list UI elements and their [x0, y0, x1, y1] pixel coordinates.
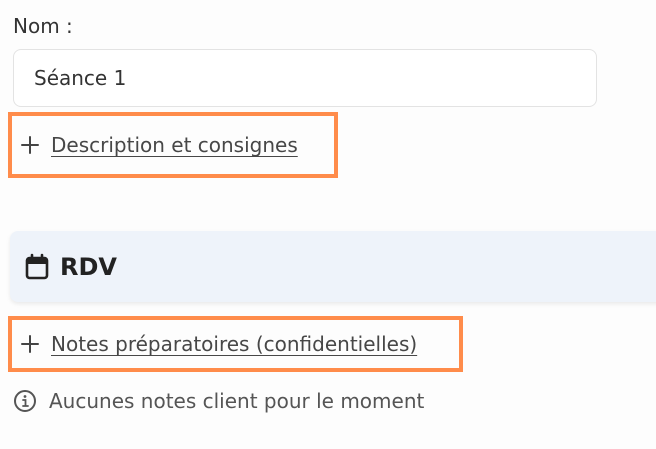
- name-label: Nom :: [13, 14, 73, 38]
- notes-toggle-label[interactable]: Notes préparatoires (confidentielles): [51, 332, 417, 356]
- name-input[interactable]: [13, 49, 597, 107]
- notes-toggle-button[interactable]: Notes préparatoires (confidentielles): [8, 316, 463, 372]
- plus-icon: [21, 136, 39, 154]
- rdv-section-title: RDV: [60, 252, 117, 281]
- client-notes-empty-message: Aucunes notes client pour le moment: [49, 389, 425, 413]
- description-toggle-button[interactable]: Description et consignes: [8, 112, 338, 178]
- info-icon: [14, 390, 36, 412]
- client-notes-empty-state: Aucunes notes client pour le moment: [13, 389, 424, 413]
- rdv-section-header: RDV: [10, 231, 656, 302]
- description-toggle-label[interactable]: Description et consignes: [51, 133, 298, 157]
- calendar-icon: [25, 253, 49, 279]
- plus-icon: [21, 335, 39, 353]
